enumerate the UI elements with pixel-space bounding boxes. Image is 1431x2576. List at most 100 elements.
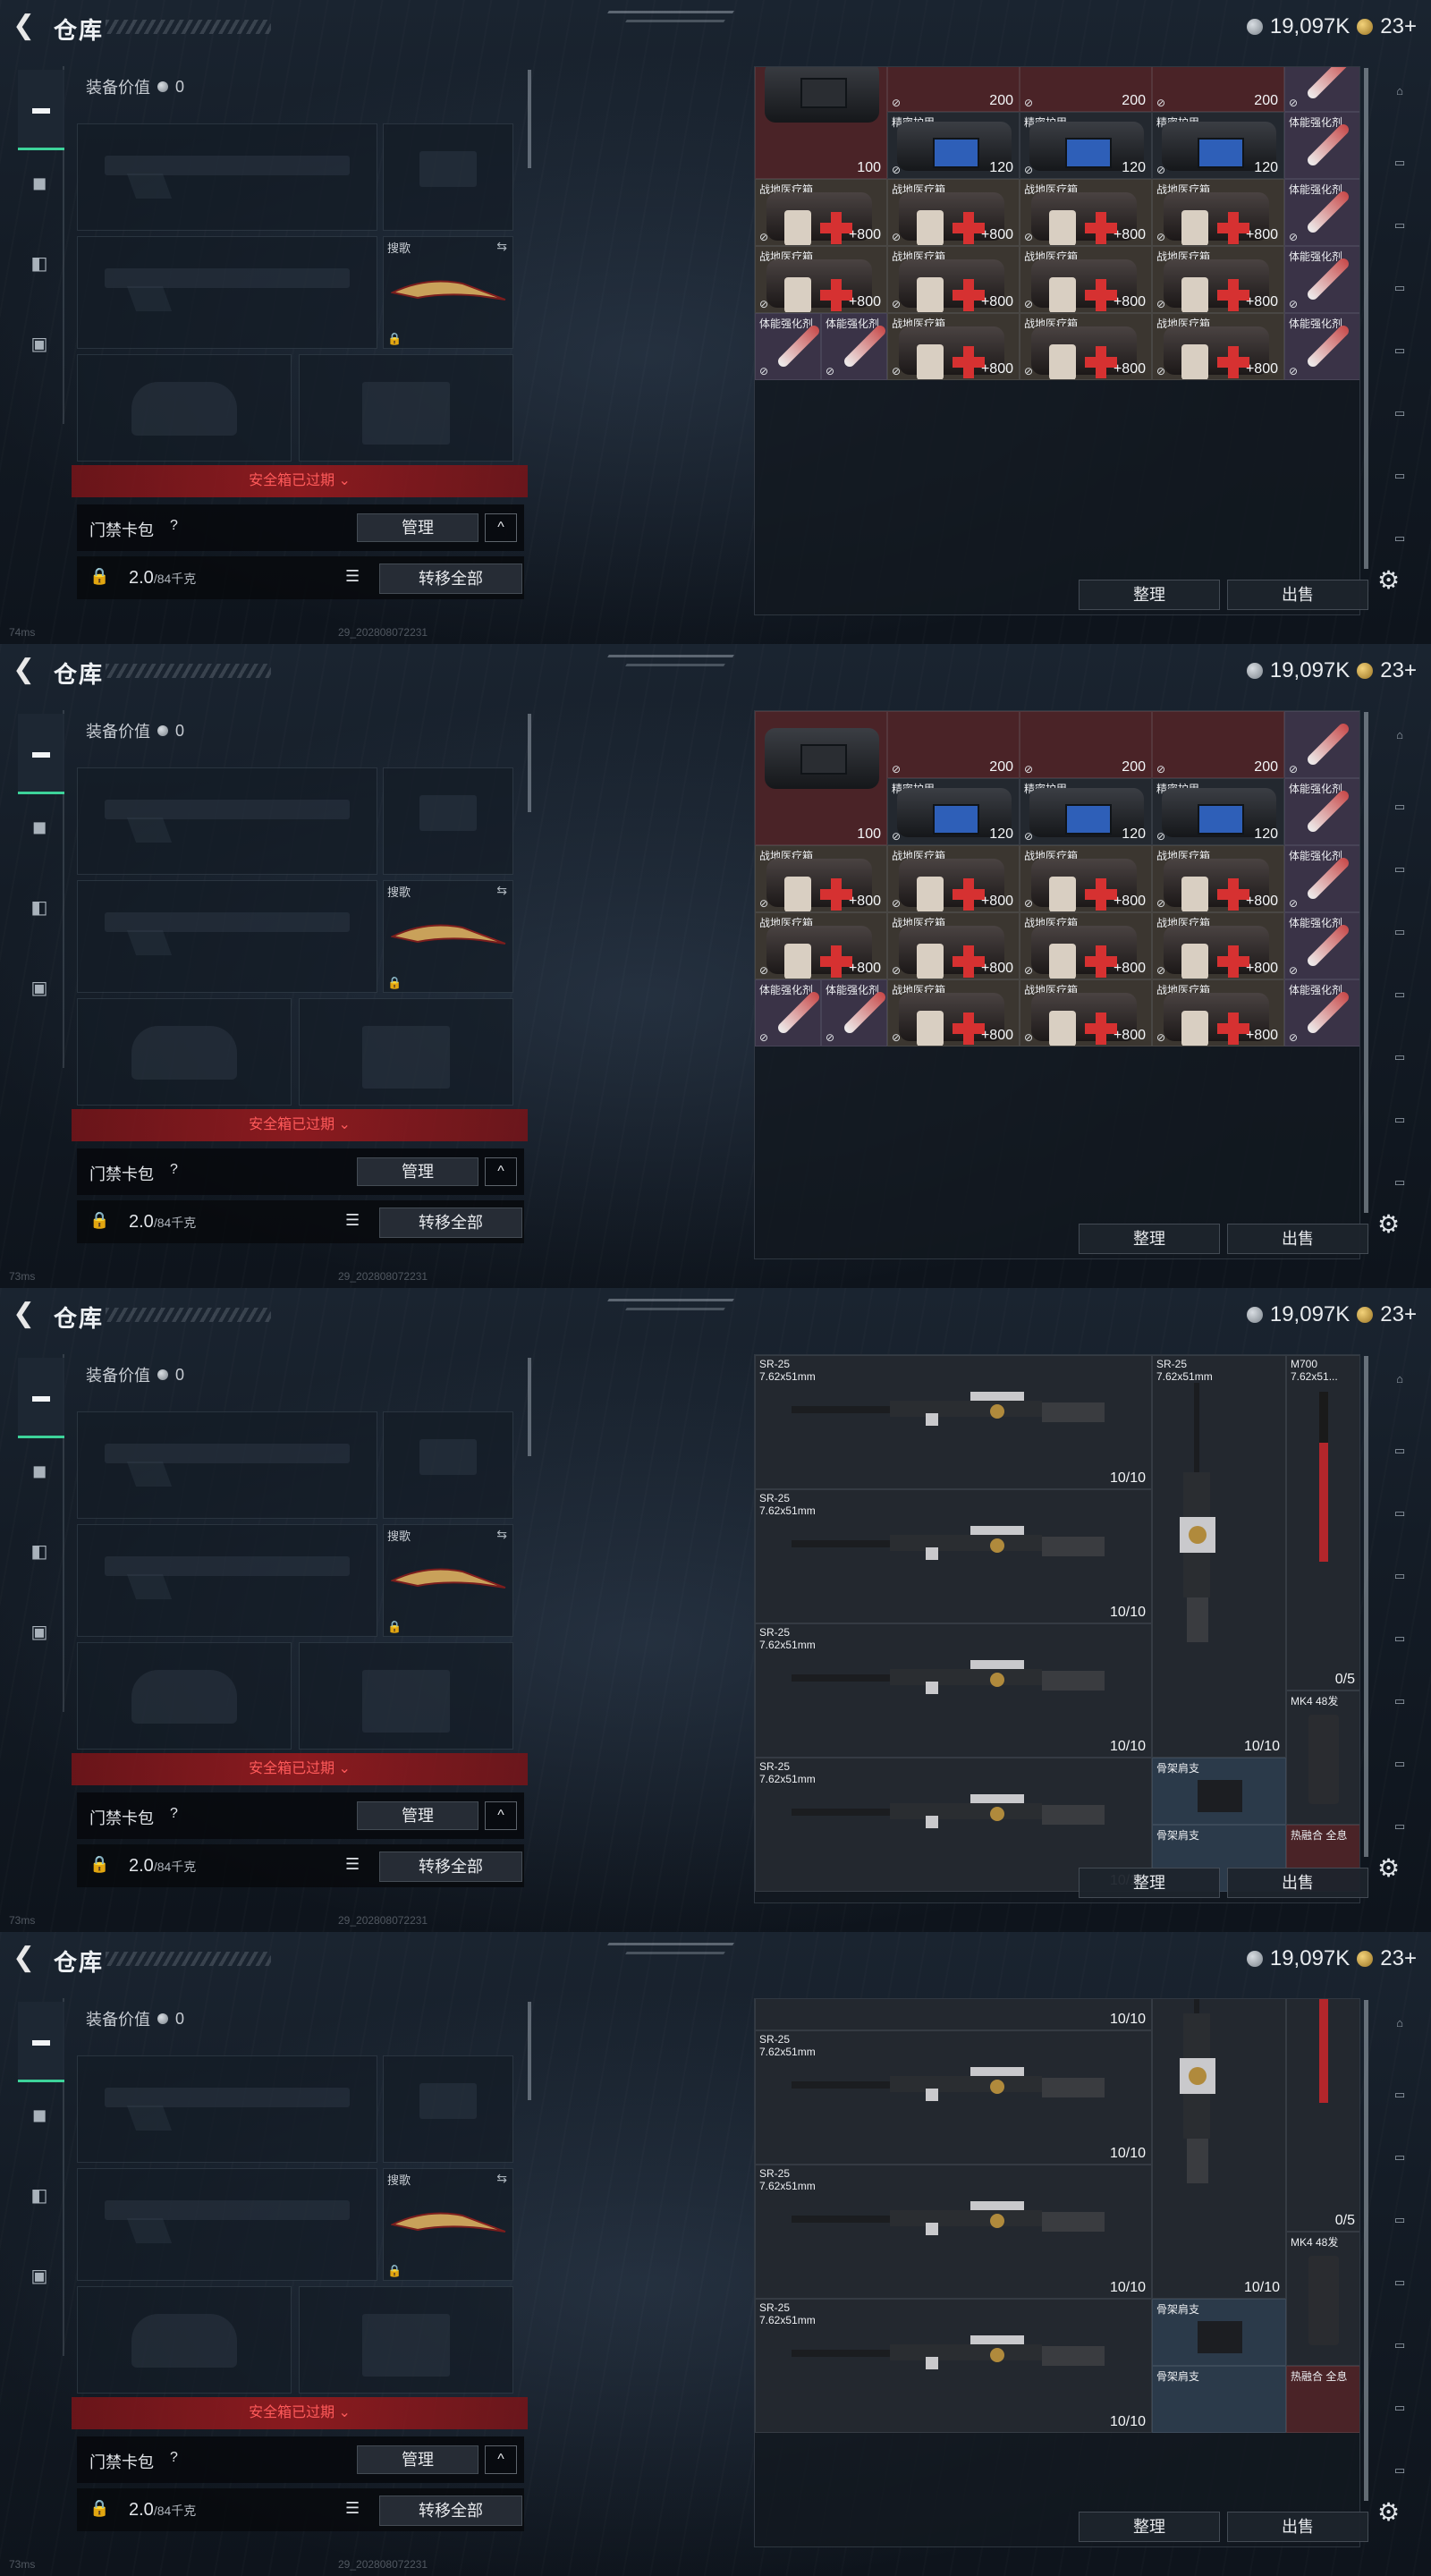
pistol-slot[interactable]	[383, 767, 513, 875]
stock-item[interactable]: 骨架肩支	[1152, 2366, 1286, 2433]
pistol-slot[interactable]	[383, 123, 513, 231]
storage-tab-3[interactable]: ▭	[1377, 1569, 1422, 1601]
primary-weapon-slot[interactable]	[77, 1411, 377, 1519]
rail-vest-tab[interactable]: ◧	[21, 245, 57, 281]
stim-item[interactable]: 体能强化剂 ⊘	[1284, 313, 1359, 380]
gear-icon[interactable]: ⚙	[1377, 1853, 1400, 1883]
swap-icon[interactable]: ⇆	[496, 2171, 507, 2186]
gold-amount[interactable]: 23+	[1380, 14, 1417, 39]
sniper-item[interactable]: M7007.62x51...0/5	[1286, 1999, 1359, 2232]
medkit-item[interactable]: 战地医疗箱 +800 ⊘	[887, 845, 1020, 912]
gold-amount[interactable]: 23+	[1380, 1302, 1417, 1327]
helmet-slot[interactable]	[77, 1642, 292, 1750]
storage-scrollbar[interactable]	[1364, 2000, 1368, 2501]
medkit-item[interactable]: 战地医疗箱 +800 ⊘	[1152, 912, 1284, 979]
sight-item[interactable]: 热融合 全息	[1286, 2366, 1359, 2433]
storage-tab-home[interactable]: ⌂	[1377, 728, 1422, 760]
helmet-slot[interactable]	[77, 354, 292, 462]
rail-armor-tab[interactable]: ◼	[21, 809, 57, 844]
primary-weapon-slot[interactable]	[77, 123, 377, 231]
storage-tab-1[interactable]: ▭	[1377, 156, 1422, 188]
storage-tab-2[interactable]: ▭	[1377, 1506, 1422, 1538]
storage-tab-home[interactable]: ⌂	[1377, 2016, 1422, 2048]
storage-tab-5[interactable]: ▭	[1377, 1050, 1422, 1082]
storage-tab-5[interactable]: ▭	[1377, 406, 1422, 438]
stim-item[interactable]: 体能强化剂 ⊘	[821, 979, 887, 1046]
armor-item[interactable]: 精密护甲120⊘	[1020, 112, 1152, 179]
stim-item[interactable]: 体能强化剂 ⊘	[1284, 912, 1359, 979]
armor-slot[interactable]	[299, 1642, 513, 1750]
equipment-scrollbar[interactable]	[528, 1358, 531, 1456]
rifle-item[interactable]: SR-257.62x51mm10/10	[1152, 1355, 1286, 1758]
armor-item[interactable]: 精密护甲120⊘	[1152, 112, 1284, 179]
list-icon[interactable]: ☰	[345, 567, 360, 586]
stim-item[interactable]: ⊘	[1284, 67, 1359, 112]
storage-tab-4[interactable]: ▭	[1377, 2275, 1422, 2308]
safebox-expired-banner[interactable]: 安全箱已过期 ⌄	[72, 1109, 528, 1141]
collapse-button[interactable]: ^	[485, 2445, 517, 2474]
medkit-item[interactable]: 战地医疗箱 +800 ⊘	[887, 912, 1020, 979]
storage-tab-5[interactable]: ▭	[1377, 2338, 1422, 2370]
stim-item[interactable]: 体能强化剂 ⊘	[1284, 845, 1359, 912]
stim-item[interactable]: 体能强化剂 ⊘	[755, 979, 821, 1046]
safebox-expired-banner[interactable]: 安全箱已过期 ⌄	[72, 1753, 528, 1785]
help-icon[interactable]: ?	[170, 518, 178, 534]
help-icon[interactable]: ?	[170, 1806, 178, 1822]
medkit-item[interactable]: 战地医疗箱 +800 ⊘	[755, 845, 887, 912]
storage-tab-3[interactable]: ▭	[1377, 925, 1422, 957]
storage-tab-3[interactable]: ▭	[1377, 2213, 1422, 2245]
magazine-item[interactable]: MK4 48发	[1286, 1690, 1359, 1825]
medkit-item[interactable]: 战地医疗箱 +800 ⊘	[755, 179, 887, 246]
armor-item[interactable]: 200 ⊘	[887, 711, 1020, 778]
rail-weapons-tab[interactable]: ▬	[18, 70, 64, 150]
collapse-button[interactable]: ^	[485, 513, 517, 542]
rail-vest-tab[interactable]: ◧	[21, 2177, 57, 2213]
armor-item[interactable]: 200 ⊘	[1020, 67, 1152, 112]
stock-item[interactable]: 骨架肩支	[1152, 2299, 1286, 2366]
storage-tab-1[interactable]: ▭	[1377, 2088, 1422, 2120]
rifle-item[interactable]: SR-257.62x51mm10/10	[755, 1355, 1152, 1489]
medkit-item[interactable]: 战地医疗箱 +800 ⊘	[1152, 179, 1284, 246]
equipment-scrollbar[interactable]	[528, 2002, 531, 2100]
medkit-item[interactable]: 战地医疗箱 +800 ⊘	[1020, 179, 1152, 246]
medkit-item[interactable]: 战地医疗箱 +800 ⊘	[755, 246, 887, 313]
sort-button[interactable]: 整理	[1079, 1868, 1220, 1898]
armor-item[interactable]: 200 ⊘	[1152, 67, 1284, 112]
medkit-item[interactable]: 战地医疗箱 +800 ⊘	[1020, 979, 1152, 1046]
rail-bag-tab[interactable]: ▣	[21, 1614, 57, 1649]
medkit-item[interactable]: 战地医疗箱 +800 ⊘	[1152, 845, 1284, 912]
transfer-all-button[interactable]: 转移全部	[379, 564, 522, 594]
rifle-item[interactable]: SR-257.62x51mm10/10	[755, 2165, 1152, 2299]
melee-slot[interactable]: 搜歌 ⇆ 🔒	[383, 1524, 513, 1637]
medkit-item[interactable]: 战地医疗箱 +800 ⊘	[755, 912, 887, 979]
medkit-item[interactable]: 战地医疗箱 +800 ⊘	[1152, 246, 1284, 313]
storage-tab-4[interactable]: ▭	[1377, 987, 1422, 1020]
rail-vest-tab[interactable]: ◧	[21, 1533, 57, 1569]
bag-item[interactable]: 100	[755, 67, 887, 179]
rail-vest-tab[interactable]: ◧	[21, 889, 57, 925]
bag-item[interactable]: 100	[755, 711, 887, 845]
secondary-weapon-slot[interactable]	[77, 1524, 377, 1637]
collapse-button[interactable]: ^	[485, 1157, 517, 1186]
storage-tab-home[interactable]: ⌂	[1377, 84, 1422, 116]
rifle-item[interactable]: SR-257.62x51mm10/10	[755, 2299, 1152, 2433]
armor-slot[interactable]	[299, 2286, 513, 2394]
storage-tab-home[interactable]: ⌂	[1377, 1372, 1422, 1404]
stim-item[interactable]: 体能强化剂 ⊘	[1284, 979, 1359, 1046]
secondary-weapon-slot[interactable]	[77, 2168, 377, 2281]
stim-item[interactable]: ⊘	[1284, 711, 1359, 778]
stim-item[interactable]: 体能强化剂 ⊘	[821, 313, 887, 380]
pistol-slot[interactable]	[383, 1411, 513, 1519]
swap-icon[interactable]: ⇆	[496, 883, 507, 898]
sell-button[interactable]: 出售	[1227, 1868, 1368, 1898]
sell-button[interactable]: 出售	[1227, 2512, 1368, 2542]
rifle-item[interactable]: SR-257.62x51mm10/10	[755, 1999, 1152, 2030]
medkit-item[interactable]: 战地医疗箱 +800 ⊘	[1020, 845, 1152, 912]
magazine-item[interactable]: MK4 48发	[1286, 2232, 1359, 2366]
swap-icon[interactable]: ⇆	[496, 239, 507, 254]
storage-tab-1[interactable]: ▭	[1377, 800, 1422, 832]
rail-weapons-tab[interactable]: ▬	[18, 2002, 64, 2082]
stim-item[interactable]: 体能强化剂 ⊘	[1284, 246, 1359, 313]
storage-scrollbar[interactable]	[1364, 1356, 1368, 1857]
rail-weapons-tab[interactable]: ▬	[18, 1358, 64, 1438]
